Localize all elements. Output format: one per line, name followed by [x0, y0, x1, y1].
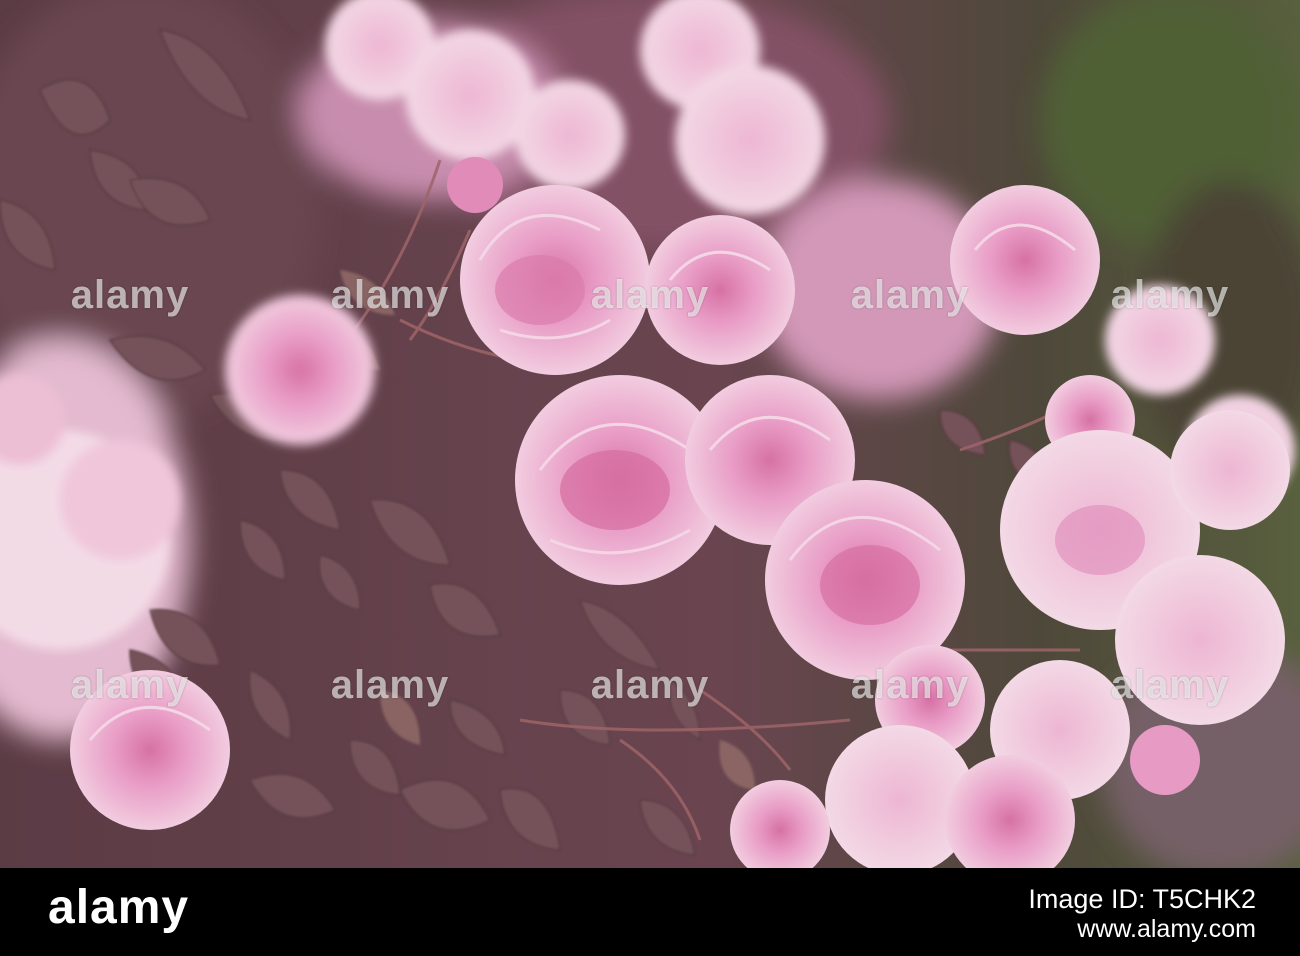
site-url[interactable]: www.alamy.com — [1028, 914, 1256, 944]
alamy-logo[interactable]: alamy — [48, 884, 189, 932]
footer-info: Image ID: T5CHK2 www.alamy.com — [1028, 884, 1256, 944]
logo-text: alamy — [48, 881, 190, 934]
color-grade-overlay — [0, 0, 1300, 868]
image-id: Image ID: T5CHK2 — [1028, 884, 1256, 914]
rose-photo: alamy alamy alamy alamy alamy alamy alam… — [0, 0, 1300, 868]
footer-bar: alamy Image ID: T5CHK2 www.alamy.com — [0, 868, 1300, 956]
photo-canvas — [0, 0, 1300, 868]
